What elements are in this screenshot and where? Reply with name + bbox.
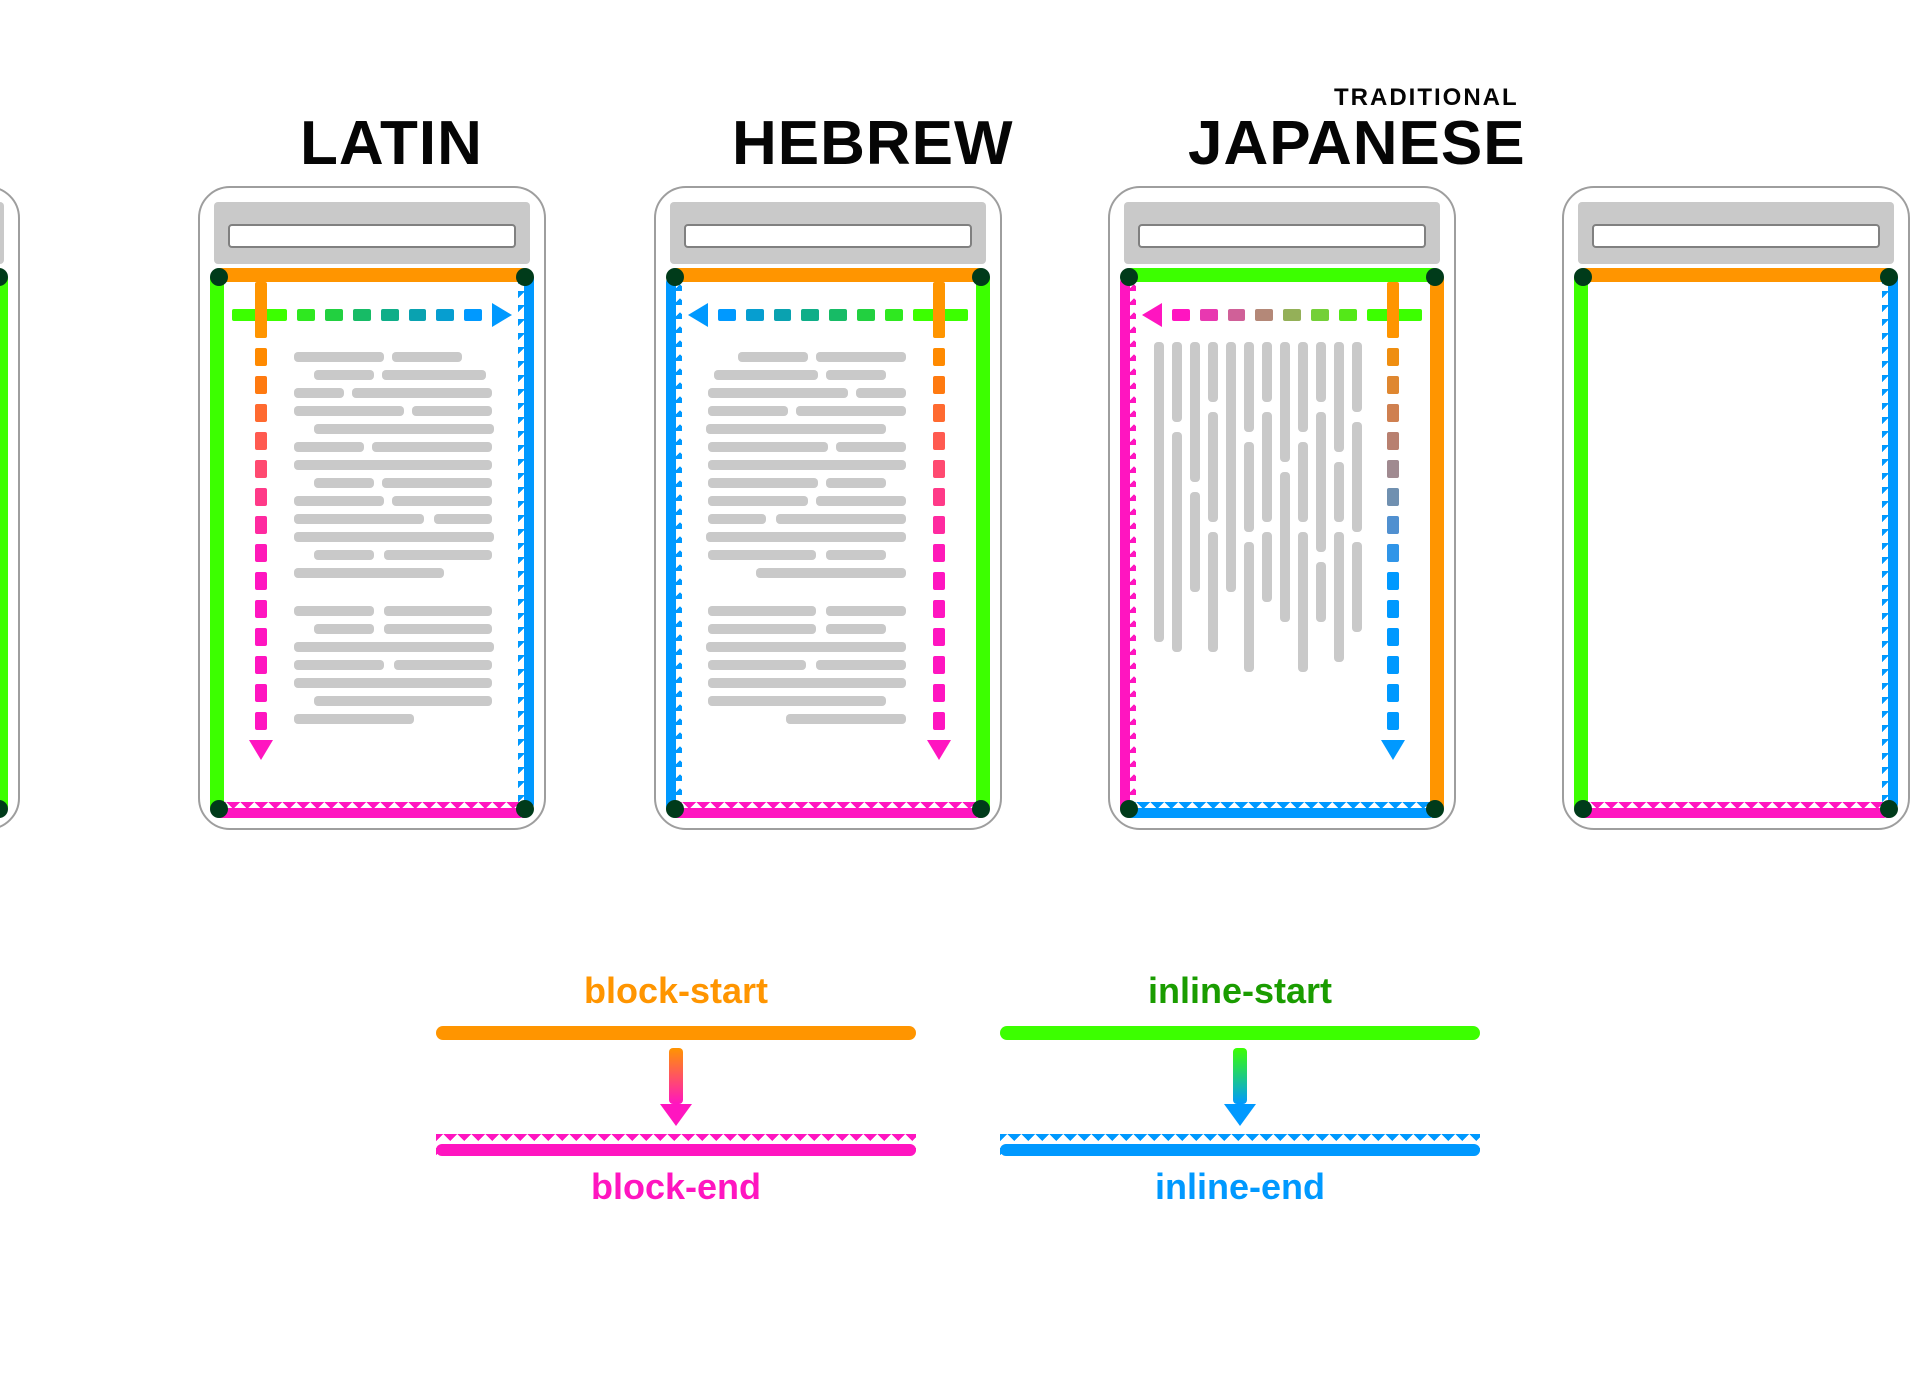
legend-block-arrow <box>436 1048 916 1126</box>
content-area <box>214 272 530 814</box>
inline-start-edge <box>976 272 990 814</box>
legend-block-end-bar <box>436 1134 916 1156</box>
legend-inline-end-label: inline-end <box>1000 1166 1480 1208</box>
legend-inline-arrow <box>1000 1048 1480 1126</box>
inline-start-edge <box>210 272 224 814</box>
inline-start-edge <box>1124 268 1440 282</box>
phone-offscreen-right <box>1562 186 1910 830</box>
label-japanese: JAPANESE <box>1188 108 1526 179</box>
inline-direction-arrow <box>232 308 512 322</box>
legend-block: block-start block-end <box>436 970 916 1208</box>
url-bar <box>684 224 972 248</box>
block-start-edge <box>1430 272 1444 814</box>
block-direction-arrow <box>932 282 946 804</box>
inline-end-edge <box>666 277 682 809</box>
phone-latin <box>198 186 546 830</box>
browser-chrome <box>670 202 986 264</box>
legend-block-start-label: block-start <box>436 970 916 1012</box>
label-hebrew: HEBREW <box>732 108 1014 179</box>
inline-direction-arrow <box>688 308 968 322</box>
url-bar <box>228 224 516 248</box>
diagram-stage: LATIN HEBREW TRADITIONAL JAPANESE <box>0 0 1920 1384</box>
phone-offscreen-left <box>0 186 20 830</box>
legend-block-end-label: block-end <box>436 1166 916 1208</box>
inline-end-edge <box>518 277 534 809</box>
browser-chrome <box>214 202 530 264</box>
block-end-edge <box>1120 277 1136 809</box>
legend-inline: inline-start inline-end <box>1000 970 1480 1208</box>
label-latin: LATIN <box>300 108 483 179</box>
phone-hebrew <box>654 186 1002 830</box>
content-area <box>670 272 986 814</box>
legend-block-start-bar <box>436 1026 916 1040</box>
legend-inline-start-bar <box>1000 1026 1480 1040</box>
legend-inline-start-label: inline-start <box>1000 970 1480 1012</box>
legend-inline-end-bar <box>1000 1134 1480 1156</box>
url-bar <box>1138 224 1426 248</box>
inline-direction-arrow <box>1386 282 1400 804</box>
block-start-edge <box>214 268 530 282</box>
block-direction-arrow <box>254 282 268 804</box>
block-start-edge <box>670 268 986 282</box>
block-end-edge <box>219 802 525 818</box>
block-end-edge <box>675 802 981 818</box>
block-direction-arrow <box>1142 308 1422 322</box>
inline-end-edge <box>1129 802 1435 818</box>
browser-chrome <box>1124 202 1440 264</box>
phone-japanese <box>1108 186 1456 830</box>
content-area <box>1124 272 1440 814</box>
